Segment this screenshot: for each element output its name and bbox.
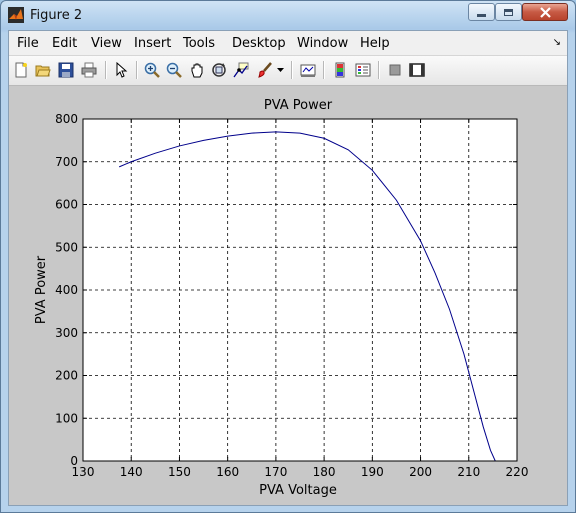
- x-tick-label: 200: [409, 465, 432, 479]
- edit-plot-icon: [116, 62, 128, 78]
- y-axis-label: PVA Power: [34, 255, 49, 324]
- pan-button[interactable]: [187, 60, 207, 80]
- insert-legend-button[interactable]: [353, 60, 373, 80]
- show-plot-tools-icon: [409, 63, 425, 77]
- y-tick-label: 200: [55, 369, 78, 383]
- save-button[interactable]: [56, 60, 76, 80]
- x-tick-label: 190: [361, 465, 384, 479]
- menu-view[interactable]: View: [91, 36, 122, 51]
- minimize-icon: [477, 13, 486, 17]
- zoom-in-icon: [144, 62, 160, 78]
- chevron-down-icon: [276, 67, 284, 72]
- pan-icon: [191, 63, 203, 78]
- data-cursor-icon: [233, 62, 249, 78]
- x-tick-label: 210: [457, 465, 480, 479]
- menu-edit[interactable]: Edit: [52, 36, 77, 51]
- edit-plot-button[interactable]: [111, 60, 131, 80]
- new-figure-button[interactable]: [11, 60, 31, 80]
- pva-power-chart[interactable]: 130 140 150 160 170 180 190 200 210 2200100200300…: [9, 86, 567, 505]
- menu-tools[interactable]: Tools: [183, 36, 215, 51]
- hide-plot-tools-button[interactable]: [385, 60, 405, 80]
- x-tick-label: 220: [506, 465, 529, 479]
- menu-window[interactable]: Window: [297, 36, 348, 51]
- y-tick-label: 700: [55, 155, 78, 169]
- dock-figure-icon[interactable]: ↘: [553, 37, 561, 48]
- print-button[interactable]: [79, 60, 99, 80]
- close-icon: [539, 6, 551, 18]
- menu-desktop[interactable]: Desktop: [232, 36, 286, 51]
- hide-plot-tools-icon: [389, 64, 401, 76]
- menu-help[interactable]: Help: [360, 36, 390, 51]
- menu-bar: File Edit View Insert Tools Desktop Wind…: [9, 31, 567, 56]
- brush-dropdown-button[interactable]: [275, 60, 285, 80]
- insert-legend-icon: [355, 63, 371, 77]
- insert-colorbar-icon: [335, 62, 345, 78]
- figure-toolbar: [9, 56, 567, 86]
- y-tick-label: 0: [70, 454, 78, 468]
- x-tick-label: 160: [216, 465, 239, 479]
- x-axis-label: PVA Voltage: [259, 483, 337, 498]
- show-plot-tools-button[interactable]: [407, 60, 427, 80]
- title-bar[interactable]: Figure 2: [1, 1, 575, 31]
- rotate-3d-button[interactable]: [209, 60, 229, 80]
- x-tick-label: 140: [120, 465, 143, 479]
- zoom-out-icon: [166, 62, 182, 78]
- figure-window: Figure 2 File Edit View Insert Tools Des…: [0, 0, 576, 513]
- open-file-button[interactable]: [33, 60, 53, 80]
- y-tick-label: 100: [55, 411, 78, 425]
- data-cursor-button[interactable]: [231, 60, 251, 80]
- menu-insert[interactable]: Insert: [134, 36, 171, 51]
- figure-client-area: File Edit View Insert Tools Desktop Wind…: [8, 30, 568, 506]
- matlab-logo-icon: [8, 7, 24, 23]
- y-tick-label: 500: [55, 240, 78, 254]
- menu-file[interactable]: File: [17, 36, 39, 51]
- maximize-icon: [504, 8, 513, 16]
- figure-canvas: 130 140 150 160 170 180 190 200 210 220 0 100 200 300…: [9, 86, 567, 505]
- link-plot-icon: [300, 64, 316, 77]
- insert-colorbar-button[interactable]: [330, 60, 350, 80]
- y-tick-label: 600: [55, 198, 78, 212]
- minimize-button[interactable]: [468, 3, 495, 21]
- x-tick-label: 150: [168, 465, 191, 479]
- y-tick-label: 400: [55, 283, 78, 297]
- brush-button[interactable]: [255, 60, 275, 80]
- print-icon: [81, 62, 97, 78]
- zoom-in-button[interactable]: [142, 60, 162, 80]
- x-tick-label: 170: [264, 465, 287, 479]
- save-icon: [58, 62, 74, 78]
- maximize-button[interactable]: [495, 3, 522, 21]
- y-tick-label: 800: [55, 112, 78, 126]
- chart-title: PVA Power: [264, 98, 333, 113]
- x-tick-label: 180: [313, 465, 336, 479]
- brush-icon: [258, 62, 272, 78]
- rotate-3d-icon: [212, 63, 226, 77]
- window-title: Figure 2: [30, 8, 83, 23]
- link-plot-button[interactable]: [298, 60, 318, 80]
- open-file-icon: [35, 65, 51, 77]
- zoom-out-button[interactable]: [164, 60, 184, 80]
- y-tick-label: 300: [55, 326, 78, 340]
- close-button[interactable]: [522, 3, 568, 21]
- new-figure-icon: [15, 62, 27, 78]
